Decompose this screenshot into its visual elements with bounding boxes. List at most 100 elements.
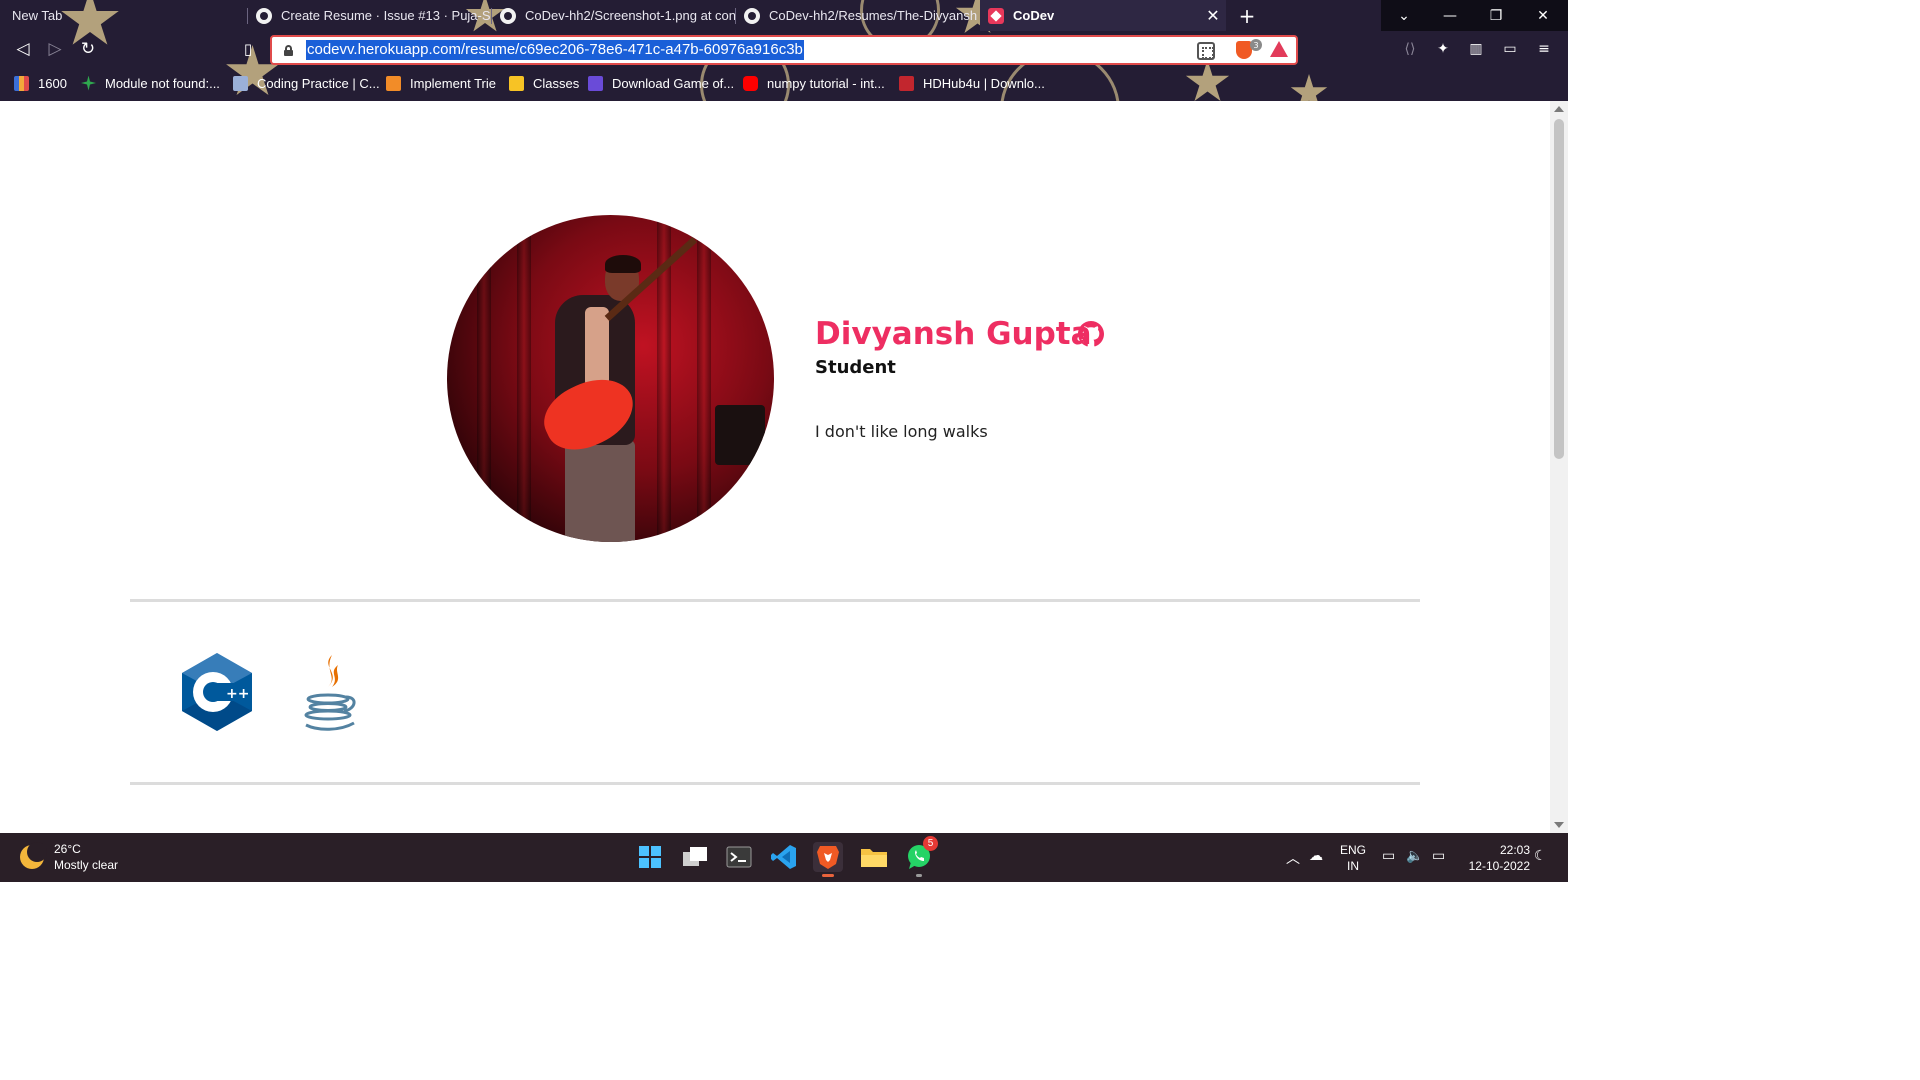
bookmark-label: Implement Trie: [410, 75, 496, 91]
reload-icon[interactable]: ↻: [77, 38, 99, 60]
network-icon[interactable]: ▭: [1382, 848, 1395, 864]
browser-toolbar: ◁ ▷ ↻ ▯ codevv.herokuapp.com/resume/c69e…: [0, 32, 1568, 66]
language-indicator[interactable]: ENG IN: [1338, 842, 1368, 874]
bookmark-item[interactable]: Implement Trie: [386, 73, 496, 93]
language-secondary: IN: [1347, 859, 1359, 873]
youtube-icon: [743, 75, 758, 91]
clock-date: 12-10-2022: [1468, 859, 1530, 873]
scroll-up-icon[interactable]: [1554, 106, 1564, 112]
start-button[interactable]: [635, 842, 665, 872]
notification-badge: 5: [923, 836, 938, 851]
hdhub-icon: [899, 75, 914, 91]
bookmark-item[interactable]: 1600: [14, 73, 67, 93]
tab-title: CoDev: [1013, 8, 1055, 23]
bar-chart-icon: [14, 75, 29, 91]
bookmark-item[interactable]: HDHub4u | Downlo...: [899, 73, 1045, 93]
address-bar[interactable]: codevv.herokuapp.com/resume/c69ec206-78e…: [270, 35, 1298, 65]
bookmark-label: Download Game of...: [612, 75, 735, 91]
curtain-decoration: [697, 215, 711, 542]
bookmark-item[interactable]: Module not found:...: [81, 73, 220, 93]
minimize-icon[interactable]: —: [1427, 0, 1473, 31]
folder-icon: [861, 849, 887, 867]
weather-temperature: 26°C: [54, 842, 81, 856]
terminal-icon: [726, 846, 752, 868]
clock[interactable]: 22:03 12-10-2022: [1458, 842, 1530, 874]
new-tab-button[interactable]: +: [1237, 4, 1257, 28]
back-icon[interactable]: ◁: [12, 38, 34, 60]
tab-search-chevron-icon[interactable]: ⌄: [1381, 0, 1427, 31]
extensions-icon[interactable]: ✦: [1434, 40, 1452, 58]
bookmark-item[interactable]: numpy tutorial - int...: [743, 73, 885, 93]
onedrive-cloud-icon[interactable]: ☁: [1309, 848, 1323, 864]
whatsapp-app[interactable]: 5: [904, 836, 938, 877]
forward-icon[interactable]: ▷: [44, 38, 66, 60]
github-icon: [744, 7, 760, 24]
codev-icon: [988, 7, 1004, 24]
moon-weather-icon: [20, 842, 47, 869]
task-view-icon: [683, 847, 707, 866]
bookmark-item[interactable]: Classes: [509, 73, 579, 93]
bookmark-label: Classes: [533, 75, 580, 91]
tab-resumes-divyansh[interactable]: CoDev-hh2/Resumes/The-Divyansh a: [736, 0, 980, 31]
windows-logo-icon: [639, 846, 661, 868]
bookmarks-bar: 1600 Module not found:... Coding Practic…: [0, 70, 1568, 96]
weather-description: Mostly clear: [54, 858, 119, 872]
tab-codev[interactable]: CoDev: [980, 0, 1226, 31]
bookmark-label: Module not found:...: [105, 75, 220, 91]
menu-icon[interactable]: ≡: [1535, 40, 1553, 58]
windows-taskbar: 26°C Mostly clear 5 ︿ ☁ ENG IN ▭ 🔈 ▭ 22:…: [0, 833, 1568, 882]
clock-time: 22:03: [1499, 843, 1530, 857]
terminal-app[interactable]: [724, 842, 754, 872]
amplifier-shape: [715, 405, 765, 465]
bookmark-icon[interactable]: ▯: [237, 38, 259, 60]
close-window-icon[interactable]: ✕: [1520, 0, 1566, 31]
qr-code-icon[interactable]: [1197, 42, 1215, 60]
file-explorer-app[interactable]: [859, 842, 889, 872]
curtain-decoration: [517, 215, 531, 542]
bookmark-label: numpy tutorial - int...: [767, 75, 885, 91]
language-primary: ENG: [1339, 843, 1366, 857]
brave-browser-app[interactable]: [813, 842, 843, 877]
wallet-brackets-icon[interactable]: ⟨⟩: [1401, 40, 1419, 58]
bookmark-label: HDHub4u | Downlo...: [923, 75, 1045, 91]
section-divider: [130, 782, 1420, 785]
page-scrollbar[interactable]: [1550, 101, 1568, 833]
bookmark-item[interactable]: Coding Practice | C...: [233, 73, 380, 93]
brave-rewards-icon[interactable]: [1270, 41, 1288, 57]
sparkle-icon: [81, 75, 96, 91]
running-app-indicator: [916, 874, 922, 877]
github-icon: [500, 7, 516, 24]
restore-icon[interactable]: ❐: [1473, 0, 1519, 31]
sidebar-icon[interactable]: ▥: [1467, 40, 1485, 58]
vscode-app[interactable]: [769, 842, 799, 872]
shield-count-badge: 3: [1250, 39, 1262, 51]
profile-name: Divyansh Gupta: [815, 316, 1092, 352]
wallet-icon[interactable]: ▭: [1501, 40, 1519, 58]
weather-widget[interactable]: 26°C Mostly clear: [20, 841, 118, 873]
bookmark-item[interactable]: Download Game of...: [588, 73, 734, 93]
download-site-icon: [588, 75, 603, 91]
close-tab-icon[interactable]: ✕: [1204, 6, 1222, 25]
bookmark-label: Coding Practice | C...: [257, 75, 380, 91]
github-icon[interactable]: [1078, 321, 1104, 347]
coding-practice-icon: [233, 75, 248, 91]
tab-screenshot-png[interactable]: CoDev-hh2/Screenshot-1.png at contr: [492, 0, 736, 31]
task-view-button[interactable]: [680, 842, 710, 872]
leetcode-icon: [386, 75, 401, 91]
tab-create-resume-issue[interactable]: Create Resume · Issue #13 · Puja-Sam: [248, 0, 492, 31]
section-divider: [130, 599, 1420, 602]
scroll-down-icon[interactable]: [1554, 822, 1564, 828]
person-hair-shape: [605, 255, 641, 273]
lock-icon: [284, 44, 293, 56]
notifications-moon-icon[interactable]: ☾: [1534, 848, 1547, 864]
profile-bio: I don't like long walks: [815, 422, 988, 441]
volume-icon[interactable]: 🔈: [1406, 848, 1423, 864]
profile-role: Student: [815, 357, 896, 378]
battery-icon[interactable]: ▭: [1432, 848, 1445, 864]
show-hidden-icons-chevron-icon[interactable]: ︿: [1286, 848, 1300, 868]
resume-page: Divyansh Gupta Student I don't like long…: [0, 101, 1550, 833]
scroll-thumb[interactable]: [1554, 119, 1564, 459]
url-text[interactable]: codevv.herokuapp.com/resume/c69ec206-78e…: [306, 40, 804, 60]
tab-title: CoDev-hh2/Resumes/The-Divyansh a: [769, 8, 980, 23]
tab-new-tab[interactable]: New Tab: [4, 0, 248, 31]
